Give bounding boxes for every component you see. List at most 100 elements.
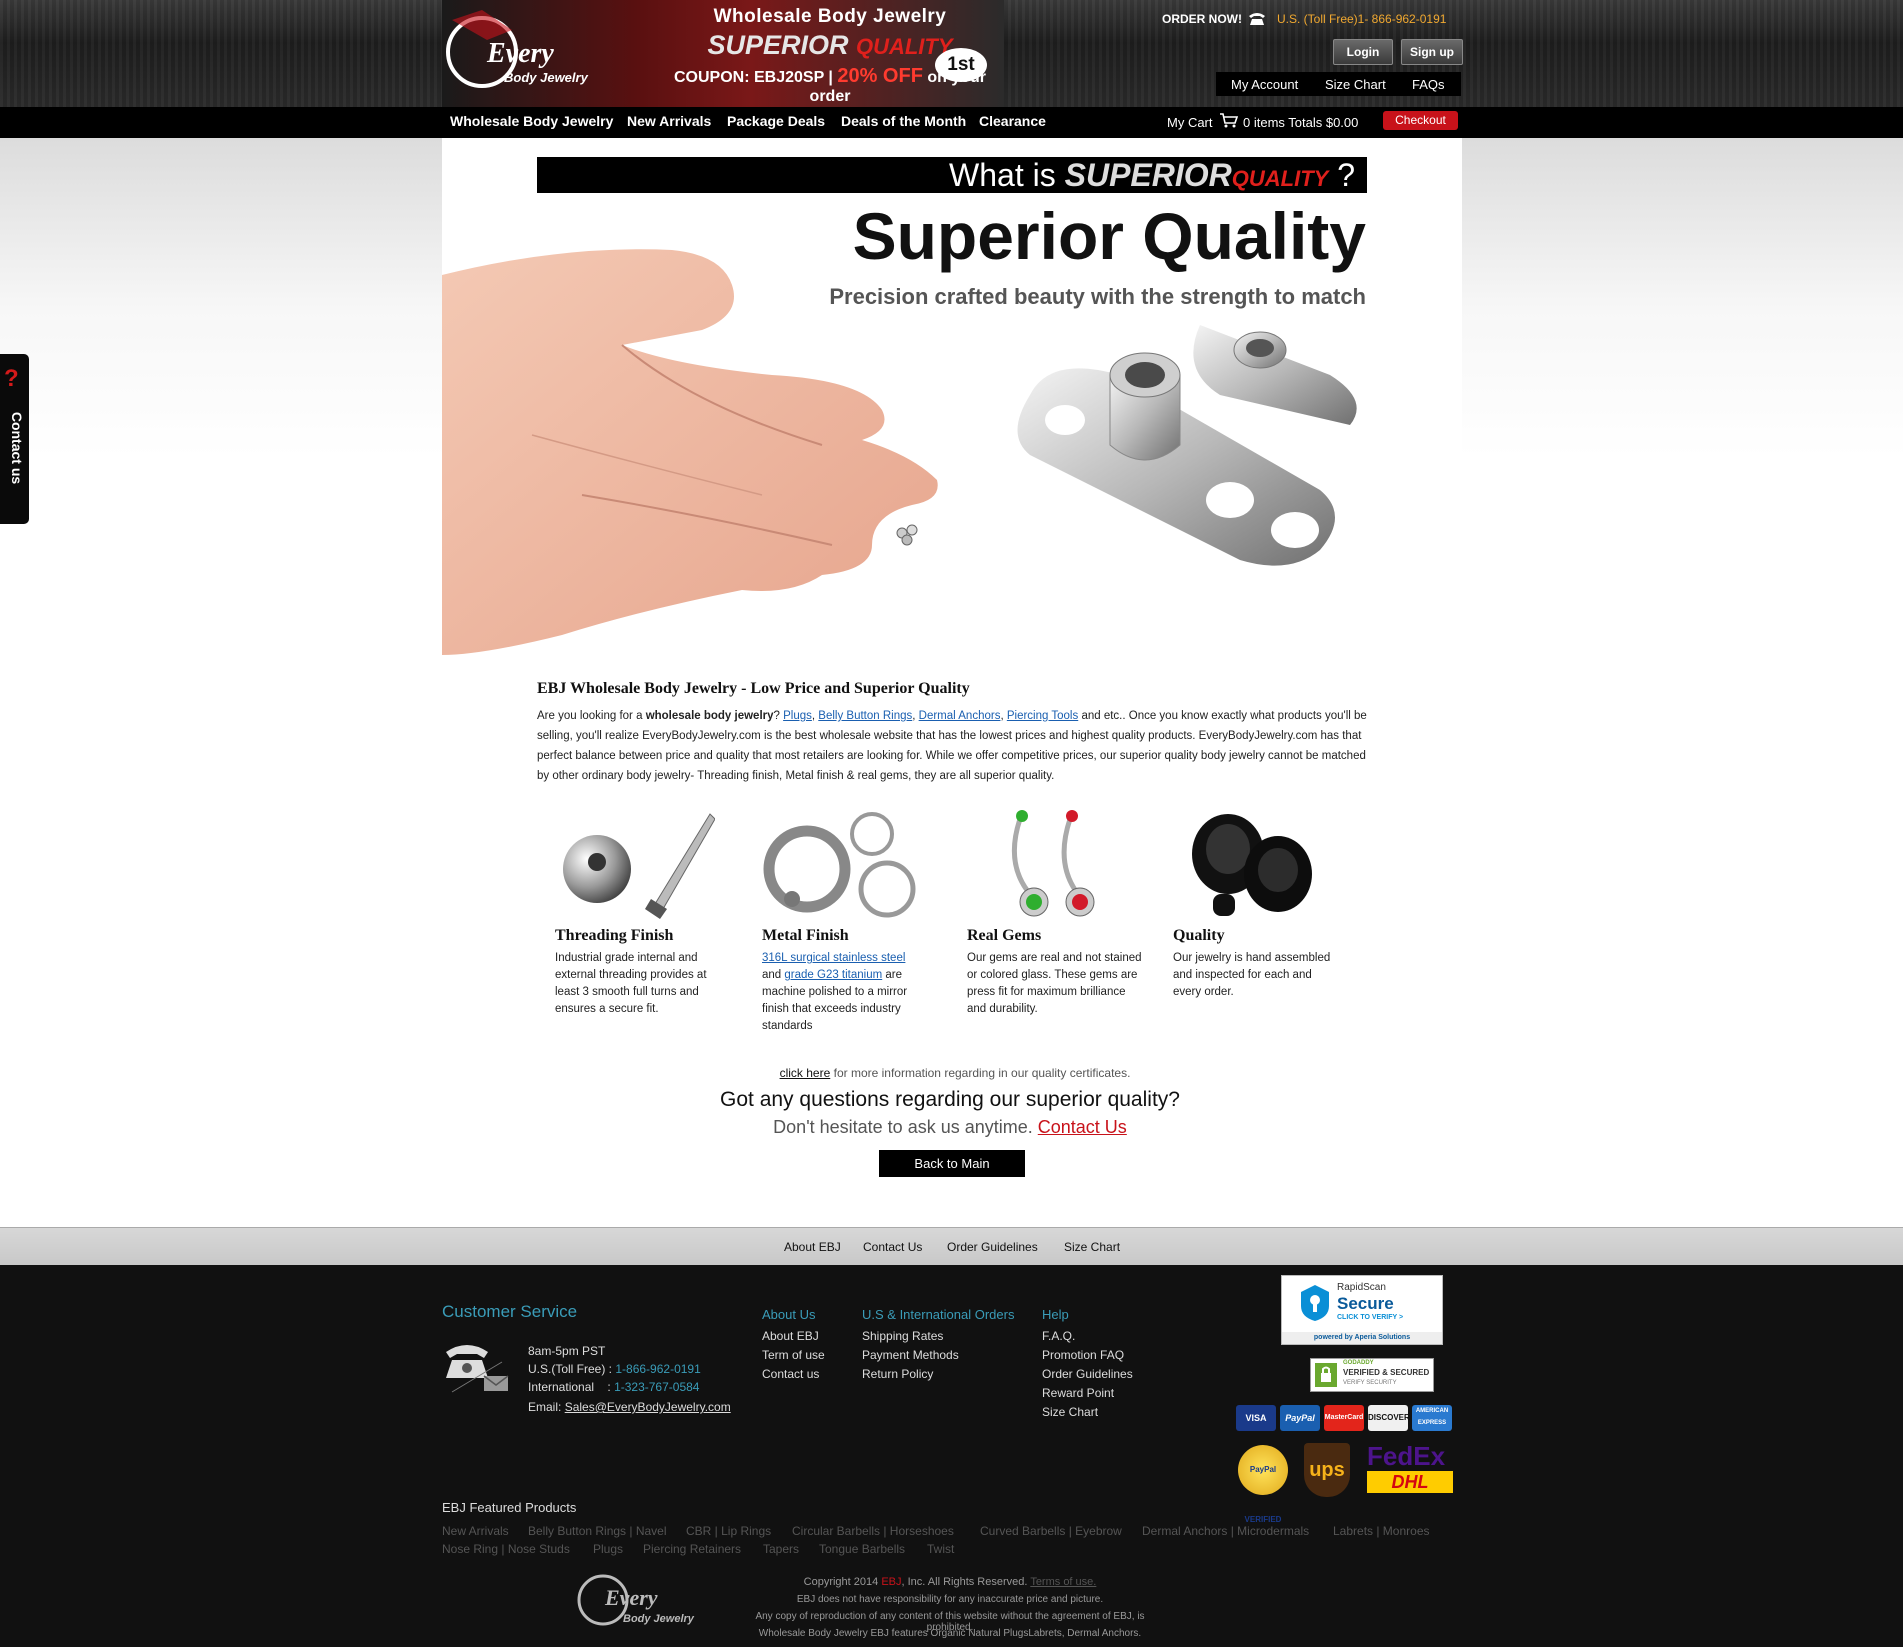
certificate-line: click here for more information regardin… xyxy=(640,1066,1270,1080)
ask-text: Don't hesitate to ask us anytime. xyxy=(773,1117,1033,1137)
belly-button-rings-link[interactable]: Belly Button Rings xyxy=(818,710,912,722)
footer-payment-methods[interactable]: Payment Methods xyxy=(862,1348,959,1362)
hand-photo xyxy=(442,249,938,655)
dhl-logo: DHL xyxy=(1367,1471,1453,1493)
phone-icon xyxy=(1249,13,1265,25)
cs-hours: 8am-5pm PST xyxy=(528,1344,606,1358)
footer-link-order-guidelines[interactable]: Order Guidelines xyxy=(947,1240,1038,1254)
footer-faq[interactable]: F.A.Q. xyxy=(1042,1329,1075,1343)
rapidscan-verify: CLICK TO VERIFY > xyxy=(1337,1314,1404,1321)
faqs-link[interactable]: FAQs xyxy=(1412,77,1445,92)
plugs-link[interactable]: Plugs xyxy=(783,710,812,722)
nav-clearance[interactable]: Clearance xyxy=(979,113,1046,129)
cert-text: for more information regarding in our qu… xyxy=(833,1066,1131,1080)
contact-tab-label[interactable]: Contact us xyxy=(9,403,25,493)
footer-shipping-rates[interactable]: Shipping Rates xyxy=(862,1329,943,1343)
nav-wholesale-body-jewelry[interactable]: Wholesale Body Jewelry xyxy=(450,113,613,129)
cs-email: Email: Sales@EveryBodyJewelry.com xyxy=(528,1400,731,1414)
cs-email-link[interactable]: Sales@EveryBodyJewelry.com xyxy=(565,1400,731,1414)
logo-word: Every xyxy=(486,38,554,69)
nav-deals-of-the-month[interactable]: Deals of the Month xyxy=(841,113,966,129)
question-sub: Don't hesitate to ask us anytime. Contac… xyxy=(540,1117,1360,1138)
discover-card-icon: DISCOVER xyxy=(1368,1405,1410,1431)
visa-card-icon: VISA xyxy=(1236,1405,1276,1431)
fp-dermal-anchors[interactable]: Dermal Anchors | Microdermals xyxy=(1142,1524,1309,1538)
footer-term-of-use[interactable]: Term of use xyxy=(762,1348,825,1362)
footer-logo-word: Every xyxy=(604,1585,658,1610)
my-account-link[interactable]: My Account xyxy=(1231,77,1298,92)
footer-link-contact[interactable]: Contact Us xyxy=(863,1240,922,1254)
copyright-pre: Copyright 2014 xyxy=(803,1576,879,1588)
toll-free-phone[interactable]: U.S. (Toll Free)1- 866-962-0191 xyxy=(1277,12,1446,26)
terms-link[interactable]: Terms of use. xyxy=(1030,1576,1096,1588)
cs-us-number[interactable]: 1-866-962-0191 xyxy=(615,1362,700,1376)
footer-order-guidelines[interactable]: Order Guidelines xyxy=(1042,1367,1133,1381)
mastercard-icon: MasterCard xyxy=(1324,1405,1364,1431)
rapidscan-by: powered by Aperia Solutions xyxy=(1282,1332,1442,1344)
what-is-superior: SUPERIOR xyxy=(1064,157,1232,193)
checkout-button[interactable]: Checkout xyxy=(1383,111,1458,130)
cart-summary: 0 items Totals $0.00 xyxy=(1243,115,1359,130)
feature-text-threading: Industrial grade internal and external t… xyxy=(555,952,707,1015)
rapidscan-badge[interactable]: RapidScan Secure CLICK TO VERIFY > power… xyxy=(1281,1275,1443,1345)
feature-text-metal: 316L surgical stainless steel and grade … xyxy=(762,950,937,1035)
footer-contact-us[interactable]: Contact us xyxy=(762,1367,819,1381)
feature-text-quality: Our jewelry is hand assembled and inspec… xyxy=(1173,952,1331,998)
fp-tongue-barbells[interactable]: Tongue Barbells xyxy=(819,1542,905,1556)
coupon-order: order xyxy=(809,88,851,105)
dermal-anchors-link[interactable]: Dermal Anchors xyxy=(919,710,1001,722)
signup-button[interactable]: Sign up xyxy=(1401,39,1463,65)
fp-cbr[interactable]: CBR | Lip Rings xyxy=(686,1524,771,1538)
click-here-link[interactable]: click here xyxy=(780,1066,831,1080)
fp-new-arrivals[interactable]: New Arrivals xyxy=(442,1524,509,1538)
fp-curved-barbells[interactable]: Curved Barbells | Eyebrow xyxy=(980,1524,1122,1538)
feature-title-metal: Metal Finish xyxy=(762,927,849,944)
fp-tapers[interactable]: Tapers xyxy=(763,1542,799,1556)
metal-mid: and xyxy=(762,969,782,981)
nav-package-deals[interactable]: Package Deals xyxy=(727,113,825,129)
footer-about-ebj[interactable]: About EBJ xyxy=(762,1329,819,1343)
fp-nose-ring[interactable]: Nose Ring | Nose Studs xyxy=(442,1542,570,1556)
footer-link-about[interactable]: About EBJ xyxy=(784,1240,841,1254)
fp-piercing-retainers[interactable]: Piercing Retainers xyxy=(643,1542,741,1556)
fp-circular-barbells[interactable]: Circular Barbells | Horseshoes xyxy=(792,1524,954,1538)
banner-line1: Wholesale Body Jewelry xyxy=(713,6,947,27)
size-chart-link[interactable]: Size Chart xyxy=(1325,77,1386,92)
banner-superior: SUPERIOR xyxy=(707,30,849,60)
order-now-label: ORDER NOW! xyxy=(1162,12,1242,26)
fedex-logo: FedEx xyxy=(1367,1441,1446,1471)
fp-labrets[interactable]: Labrets | Monroes xyxy=(1333,1524,1430,1538)
feature-title-quality: Quality xyxy=(1173,927,1225,944)
question-heading: Got any questions regarding our superior… xyxy=(720,1088,1180,1111)
godaddy-badge[interactable]: GODADDY VERIFIED & SECURED VERIFY SECURI… xyxy=(1310,1358,1434,1392)
paypal-card-icon: PayPal xyxy=(1280,1405,1320,1431)
fp-twist[interactable]: Twist xyxy=(927,1542,954,1556)
fp-plugs[interactable]: Plugs xyxy=(593,1542,623,1556)
nav-new-arrivals[interactable]: New Arrivals xyxy=(627,113,711,129)
cart-icon[interactable] xyxy=(1219,112,1239,128)
footer-reward-point[interactable]: Reward Point xyxy=(1042,1386,1114,1400)
footer-logo: Every Body Jewelry xyxy=(577,1574,695,1626)
feature-title-threading: Threading Finish xyxy=(555,927,674,944)
cs-intl-label: International : xyxy=(528,1380,611,1394)
fp-belly-button[interactable]: Belly Button Rings | Navel xyxy=(528,1524,667,1538)
site-logo[interactable]: Every Body Jewelry xyxy=(442,0,622,107)
contact-us-link[interactable]: Contact Us xyxy=(1038,1117,1127,1137)
footer-return-policy[interactable]: Return Policy xyxy=(862,1367,933,1381)
footer-link-size-chart[interactable]: Size Chart xyxy=(1064,1240,1120,1254)
footer-col-orders-title: U.S & International Orders xyxy=(862,1307,1015,1322)
my-cart-link[interactable]: My Cart xyxy=(1167,115,1213,130)
metal-finish-image xyxy=(763,812,916,918)
piercing-tools-link[interactable]: Piercing Tools xyxy=(1007,710,1078,722)
cs-intl-number[interactable]: 1-323-767-0584 xyxy=(614,1380,699,1394)
amex-card-icon: AMERICAN EXPRESS xyxy=(1412,1405,1452,1431)
lock-icon xyxy=(1315,1363,1337,1387)
what-is-text: What is xyxy=(949,157,1056,193)
footer-size-chart[interactable]: Size Chart xyxy=(1042,1405,1098,1419)
titanium-link[interactable]: grade G23 titanium xyxy=(784,969,882,981)
login-button[interactable]: Login xyxy=(1333,39,1393,65)
footer-promotion-faq[interactable]: Promotion FAQ xyxy=(1042,1348,1124,1362)
surgical-steel-link[interactable]: 316L surgical stainless steel xyxy=(762,952,905,964)
hero-title: Superior Quality xyxy=(852,199,1366,273)
back-to-main-button[interactable]: Back to Main xyxy=(879,1150,1025,1177)
